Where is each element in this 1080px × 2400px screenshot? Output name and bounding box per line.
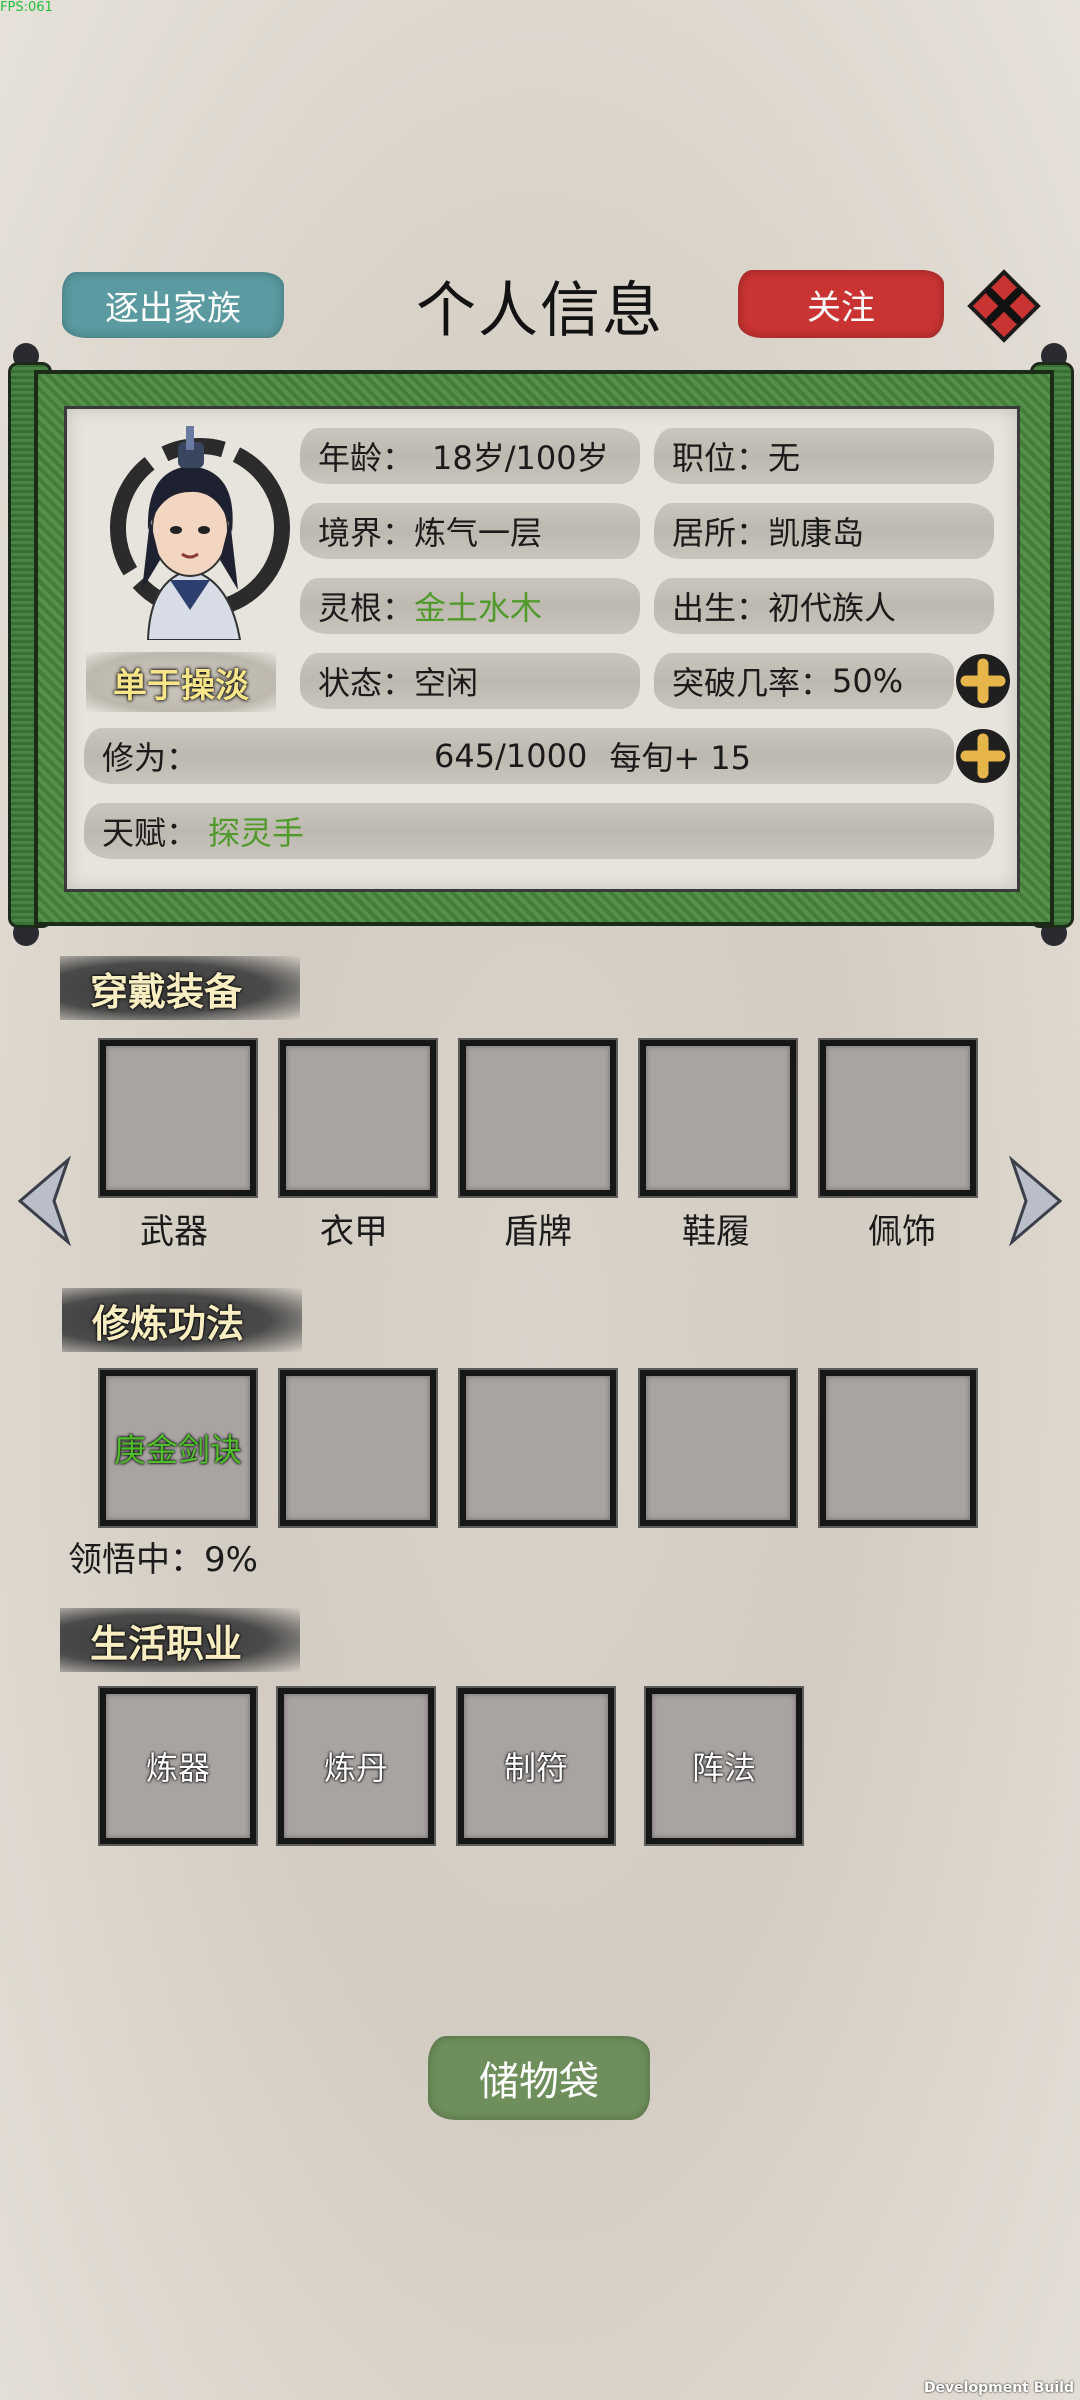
breakthrough-label: 突破几率： [672,664,833,702]
equipment-slot-accessory[interactable] [820,1040,976,1196]
equipment-slot-armor[interactable] [280,1040,436,1196]
talent-field: 天赋： 探灵手 [84,803,994,859]
profession-slot-refining[interactable]: 炼器 [100,1688,256,1844]
close-x-icon [967,269,1041,343]
position-label: 职位： [672,439,769,477]
character-portrait-icon [110,426,290,641]
character-name: 单于操淡 [86,652,276,712]
page-title: 个人信息 [416,276,664,346]
equipment-label-accessory: 佩饰 [868,1212,936,1252]
storage-bag-button[interactable]: 储物袋 [428,2036,650,2120]
plus-icon [956,729,1010,783]
equipment-slot-shield[interactable] [460,1040,616,1196]
spirit-root-label: 灵根： [318,589,415,627]
position-field: 职位： 无 [654,428,994,484]
equipment-label-armor: 衣甲 [320,1212,388,1252]
residence-field: 居所： 凯康岛 [654,503,994,559]
technique-slot-5[interactable] [820,1370,976,1526]
profession-slot-alchemy[interactable]: 炼丹 [278,1688,434,1844]
talent-label: 天赋： [102,814,199,852]
equipment-label-shoes: 鞋履 [682,1212,750,1252]
professions-section-title: 生活职业 [60,1608,300,1672]
profession-slot-formation[interactable]: 阵法 [646,1688,802,1844]
next-page-arrow[interactable] [1006,1155,1066,1247]
equipment-section-title: 穿戴装备 [60,956,300,1020]
fps-counter: FPS:061 [0,0,53,15]
equipment-slot-weapon[interactable] [100,1040,256,1196]
cultivation-field: 修为： 645/1000 每旬+ 15 [84,728,954,784]
status-field: 状态： 空闲 [300,653,640,709]
profession-slot-talisman[interactable]: 制符 [458,1688,614,1844]
plus-icon [956,654,1010,708]
spirit-root-field: 灵根： 金土水木 [300,578,640,634]
comprehension-progress: 领悟中：9% [68,1540,258,1580]
breakthrough-plus-button[interactable] [954,652,1012,710]
chevron-left-icon [17,1155,72,1247]
realm-field: 境界： 炼气一层 [300,503,640,559]
follow-button[interactable]: 关注 [738,270,944,338]
residence-label: 居所： [672,514,769,552]
talent-value: 探灵手 [208,814,305,852]
cultivation-rate: 每旬+ 15 [609,739,752,777]
cultivation-value: 645/1000 [434,737,588,775]
status-label: 状态： [318,664,415,702]
character-avatar[interactable] [90,420,290,641]
technique-slot-4[interactable] [640,1370,796,1526]
age-label: 年龄： [318,439,415,477]
technique-slot-1[interactable]: 庚金剑诀 [100,1370,256,1526]
equipment-slot-shoes[interactable] [640,1040,796,1196]
chevron-right-icon [1008,1155,1063,1247]
age-value: 18岁/100岁 [432,439,609,477]
birth-label: 出生： [672,589,769,627]
birth-field: 出生： 初代族人 [654,578,994,634]
technique-slot-3[interactable] [460,1370,616,1526]
breakthrough-field: 突破几率： 50% [654,653,954,709]
prev-page-arrow[interactable] [14,1155,74,1247]
close-button[interactable] [966,268,1042,344]
cultivation-label: 修为： [102,739,199,777]
equipment-label-shield: 盾牌 [504,1212,572,1252]
realm-value: 炼气一层 [414,514,543,552]
position-value: 无 [768,439,801,477]
realm-label: 境界： [318,514,415,552]
age-field: 年龄： 18岁/100岁 [300,428,640,484]
status-value: 空闲 [414,664,479,702]
spirit-root-value: 金土水木 [414,589,543,627]
expel-from-family-button[interactable]: 逐出家族 [62,272,284,338]
technique-slot-2[interactable] [280,1370,436,1526]
breakthrough-value: 50% [832,662,904,700]
techniques-section-title: 修炼功法 [62,1288,302,1352]
development-build-label: Development Build [923,2380,1074,2396]
birth-value: 初代族人 [768,589,897,627]
equipment-label-weapon: 武器 [140,1212,208,1252]
cultivation-plus-button[interactable] [954,727,1012,785]
residence-value: 凯康岛 [768,514,865,552]
